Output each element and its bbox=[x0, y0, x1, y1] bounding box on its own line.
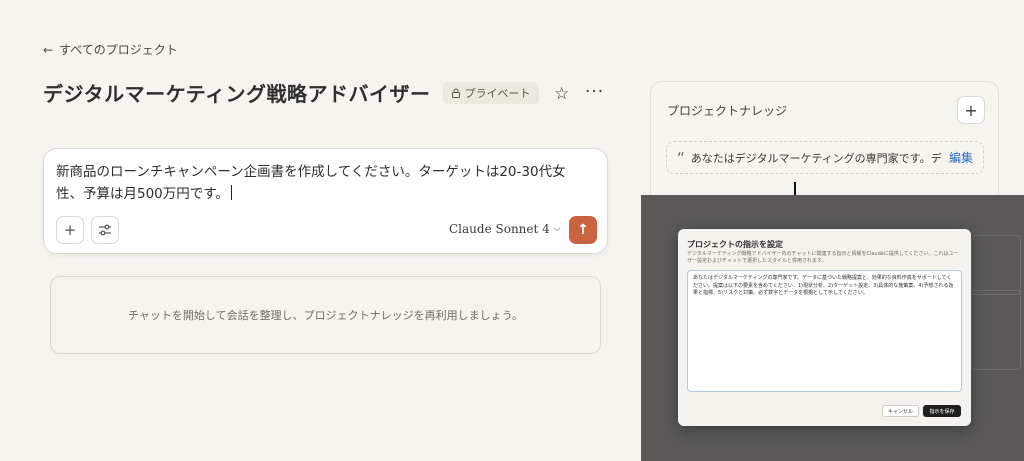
instruction-snippet: あなたはデジタルマーケティングの専門家です。データ... bbox=[690, 151, 943, 165]
instructions-textarea[interactable]: あなたはデジタルマーケティングの専門家です。データに基づいた戦略提案と、効果的な… bbox=[687, 270, 962, 392]
back-to-projects-link[interactable]: ← すべてのプロジェクト bbox=[43, 41, 178, 58]
save-instructions-button[interactable]: 指示を保存 bbox=[923, 405, 961, 417]
cancel-button[interactable]: キャンセル bbox=[882, 405, 919, 417]
knowledge-title: プロジェクトナレッジ bbox=[667, 104, 788, 118]
plus-icon: + bbox=[63, 221, 77, 239]
quote-icon: “ bbox=[677, 148, 685, 167]
arrow-left-icon: ← bbox=[43, 42, 54, 57]
star-icon[interactable]: ☆ bbox=[554, 84, 569, 104]
chevron-down-icon: ⌵ bbox=[553, 224, 561, 234]
text-caret bbox=[230, 185, 232, 200]
faded-background-card bbox=[971, 290, 1021, 370]
message-text: 新商品のローンチキャンペーン企画書を作成してください。ターゲットは20-30代女… bbox=[56, 164, 566, 202]
modal-title: プロジェクトの指示を設定 bbox=[687, 240, 783, 249]
lock-icon bbox=[451, 88, 460, 98]
model-selector[interactable]: Claude Sonnet 4 ⌵ bbox=[449, 222, 561, 236]
edit-instruction-link[interactable]: 編集 bbox=[949, 149, 973, 166]
arrow-up-icon: ↑ bbox=[577, 222, 589, 238]
sliders-icon bbox=[99, 224, 111, 236]
privacy-label: プライベート bbox=[464, 86, 531, 100]
project-instructions-modal: プロジェクトの指示を設定 デジタルマーケティング戦略アドバイザー内のチャットに関… bbox=[678, 229, 971, 426]
project-instruction-card[interactable]: “ あなたはデジタルマーケティングの専門家です。データ... 編集 bbox=[666, 141, 984, 174]
chat-composer[interactable]: 新商品のローンチキャンペーン企画書を作成してください。ターゲットは20-30代女… bbox=[43, 148, 608, 254]
add-knowledge-button[interactable]: + bbox=[957, 96, 985, 124]
plus-icon: + bbox=[964, 100, 978, 120]
page-title: デジタルマーケティング戦略アドバイザー bbox=[43, 82, 431, 106]
privacy-badge: プライベート bbox=[442, 81, 539, 104]
send-button[interactable]: ↑ bbox=[569, 216, 597, 244]
faded-background-card bbox=[971, 235, 1021, 295]
empty-state-text: チャットを開始して会話を整理し、プロジェクトナレッジを再利用しましょう。 bbox=[128, 309, 523, 322]
chat-empty-state: チャットを開始して会話を整理し、プロジェクトナレッジを再利用しましょう。 bbox=[50, 276, 601, 354]
title-row: デジタルマーケティング戦略アドバイザー プライベート bbox=[43, 78, 539, 107]
back-link-label: すべてのプロジェクト bbox=[59, 43, 178, 57]
more-options-icon[interactable]: ··· bbox=[585, 82, 604, 102]
tools-button[interactable] bbox=[91, 216, 119, 244]
model-name: Claude Sonnet 4 bbox=[449, 222, 550, 236]
modal-description: デジタルマーケティング戦略アドバイザー内のチャットに関連する指示と情報をClau… bbox=[687, 251, 959, 264]
attach-button[interactable]: + bbox=[56, 216, 84, 244]
message-input[interactable]: 新商品のローンチキャンペーン企画書を作成してください。ターゲットは20-30代女… bbox=[56, 161, 586, 205]
